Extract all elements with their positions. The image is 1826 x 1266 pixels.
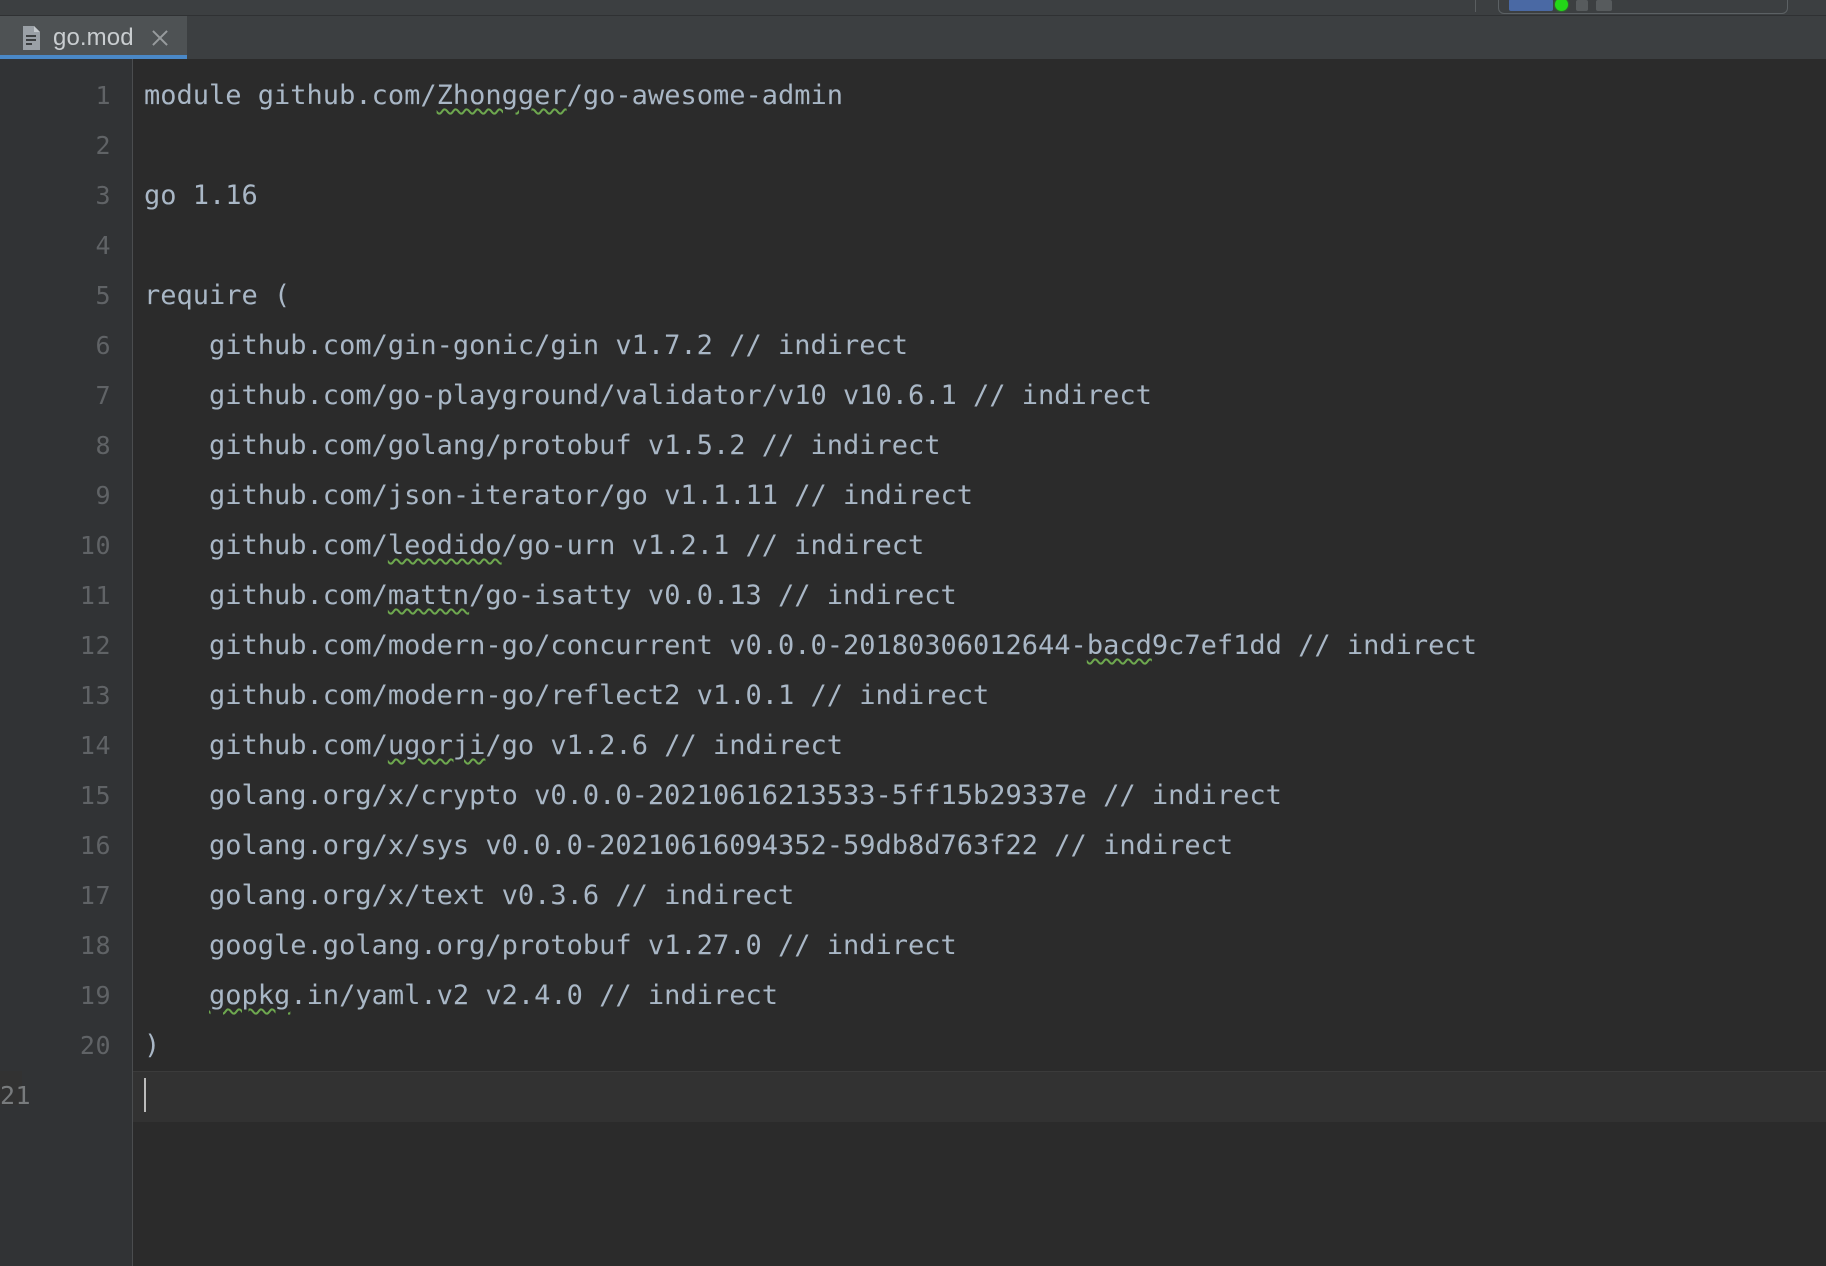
code-line-4[interactable] (133, 221, 1826, 271)
code-text: google.golang.org/protobuf v1.27.0 // in… (144, 930, 957, 961)
code-line-9[interactable]: github.com/json-iterator/go v1.1.11 // i… (133, 471, 1826, 521)
code-editor[interactable]: 1 2 3 4 5 6 7 8 9 10 11 12 13 14 15 16 17 18 19 20 21 module… (0, 59, 1826, 1266)
editor-tab-bar: go.mod (0, 16, 1826, 59)
code-line-2[interactable] (133, 121, 1826, 171)
run-config-chip[interactable] (1509, 0, 1553, 11)
code-line-18[interactable]: google.golang.org/protobuf v1.27.0 // in… (133, 921, 1826, 971)
code-text: golang.org/x/sys v0.0.0-20210616094352-5… (144, 830, 1234, 861)
code-text: github.com/gin-gonic/gin v1.7.2 // indir… (144, 330, 909, 361)
line-number-9[interactable]: 9 (0, 471, 133, 521)
code-text: github.com/ (144, 580, 388, 611)
line-number-20[interactable]: 20 (0, 1021, 133, 1071)
code-text: ) (144, 1030, 161, 1061)
code-text: github.com/go-playground/validator/v10 v… (144, 380, 1152, 411)
code-text: /go-awesome-admin (566, 80, 843, 111)
text-caret (144, 1078, 146, 1112)
toolbar-divider (1475, 0, 1476, 12)
code-text: /go-isatty v0.0.13 // indirect (469, 580, 957, 611)
code-line-10[interactable]: github.com/leodido/go-urn v1.2.1 // indi… (133, 521, 1826, 571)
code-line-3[interactable]: go 1.16 (133, 171, 1826, 221)
code-line-20[interactable]: ) (133, 1021, 1826, 1071)
code-line-21[interactable] (133, 1071, 1826, 1122)
code-line-16[interactable]: golang.org/x/sys v0.0.0-20210616094352-5… (133, 821, 1826, 871)
line-number-3[interactable]: 3 (0, 171, 133, 221)
line-number-gutter[interactable]: 1 2 3 4 5 6 7 8 9 10 11 12 13 14 15 16 17 18 19 20 21 (0, 59, 133, 1266)
line-number-17[interactable]: 17 (0, 871, 133, 921)
code-text: golang.org/x/text v0.3.6 // indirect (144, 880, 795, 911)
code-line-8[interactable]: github.com/golang/protobuf v1.5.2 // ind… (133, 421, 1826, 471)
code-line-5[interactable]: require ( (133, 271, 1826, 321)
code-content-area[interactable]: module github.com/Zhongger/go-awesome-ad… (133, 59, 1826, 1266)
code-text: github.com/modern-go/reflect2 v1.0.1 // … (144, 680, 990, 711)
line-number-4[interactable]: 4 (0, 221, 133, 271)
tab-close-icon[interactable] (149, 27, 171, 49)
code-line-7[interactable]: github.com/go-playground/validator/v10 v… (133, 371, 1826, 421)
line-number-6[interactable]: 6 (0, 321, 133, 371)
spellcheck-underlined-word: ugorji (387, 730, 486, 761)
code-text: github.com/ (144, 530, 388, 561)
tab-go-mod[interactable]: go.mod (0, 16, 187, 59)
code-text: github.com/ (144, 730, 388, 761)
line-number-1[interactable]: 1 (0, 71, 133, 121)
code-text: go 1.16 (144, 180, 258, 211)
code-text: 9c7ef1dd // indirect (1151, 630, 1477, 661)
code-line-14[interactable]: github.com/ugorji/go v1.2.6 // indirect (133, 721, 1826, 771)
line-number-18[interactable]: 18 (0, 921, 133, 971)
code-text: github.com/json-iterator/go v1.1.11 // i… (144, 480, 974, 511)
line-number-10[interactable]: 10 (0, 521, 133, 571)
editor-window: go.mod 1 2 3 4 5 6 7 8 9 10 11 12 13 14 15 16 17 18 19 20 21… (0, 0, 1826, 1266)
line-number-14[interactable]: 14 (0, 721, 133, 771)
run-button-icon[interactable] (1576, 0, 1588, 11)
code-line-1[interactable]: module github.com/Zhongger/go-awesome-ad… (133, 71, 1826, 121)
line-number-2[interactable]: 2 (0, 121, 133, 171)
debug-button-icon[interactable] (1596, 0, 1612, 11)
code-text: golang.org/x/crypto v0.0.0-2021061621353… (144, 780, 1282, 811)
code-line-17[interactable]: golang.org/x/text v0.3.6 // indirect (133, 871, 1826, 921)
code-text: /go-urn v1.2.1 // indirect (501, 530, 925, 561)
go-module-file-icon (23, 25, 40, 50)
spellcheck-underlined-word: leodido (387, 530, 502, 561)
line-number-5[interactable]: 5 (0, 271, 133, 321)
code-line-12[interactable]: github.com/modern-go/concurrent v0.0.0-2… (133, 621, 1826, 671)
code-line-11[interactable]: github.com/mattn/go-isatty v0.0.13 // in… (133, 571, 1826, 621)
line-number-15[interactable]: 15 (0, 771, 133, 821)
line-number-8[interactable]: 8 (0, 421, 133, 471)
code-text: /go v1.2.6 // indirect (485, 730, 844, 761)
spellcheck-underlined-word: bacd (1086, 630, 1152, 661)
code-text: .in/yaml.v2 v2.4.0 // indirect (290, 980, 778, 1011)
line-number-19[interactable]: 19 (0, 971, 133, 1021)
run-status-green-dot (1555, 0, 1568, 11)
line-number-21[interactable]: 21 (0, 1071, 31, 1110)
spellcheck-underlined-word: Zhongger (436, 80, 567, 111)
spellcheck-underlined-word: mattn (387, 580, 470, 611)
code-line-6[interactable]: github.com/gin-gonic/gin v1.7.2 // indir… (133, 321, 1826, 371)
code-line-15[interactable]: golang.org/x/crypto v0.0.0-2021061621353… (133, 771, 1826, 821)
code-line-13[interactable]: github.com/modern-go/reflect2 v1.0.1 // … (133, 671, 1826, 721)
line-number-16[interactable]: 16 (0, 821, 133, 871)
tab-label: go.mod (53, 23, 134, 51)
line-number-13[interactable]: 13 (0, 671, 133, 721)
code-text: github.com/golang/protobuf v1.5.2 // ind… (144, 430, 941, 461)
code-text: require ( (144, 280, 291, 311)
code-text: github.com/modern-go/concurrent v0.0.0-2… (144, 630, 1087, 661)
spellcheck-underlined-word: gopkg (209, 980, 291, 1011)
tab-bar-empty-area (186, 16, 1826, 59)
code-line-19[interactable]: gopkg.in/yaml.v2 v2.4.0 // indirect (133, 971, 1826, 1021)
run-configuration-widget[interactable] (1498, 0, 1788, 14)
toolbar-strip (0, 0, 1826, 16)
line-number-7[interactable]: 7 (0, 371, 133, 421)
code-text: module github.com/ (144, 80, 437, 111)
line-number-12[interactable]: 12 (0, 621, 133, 671)
line-number-11[interactable]: 11 (0, 571, 133, 621)
